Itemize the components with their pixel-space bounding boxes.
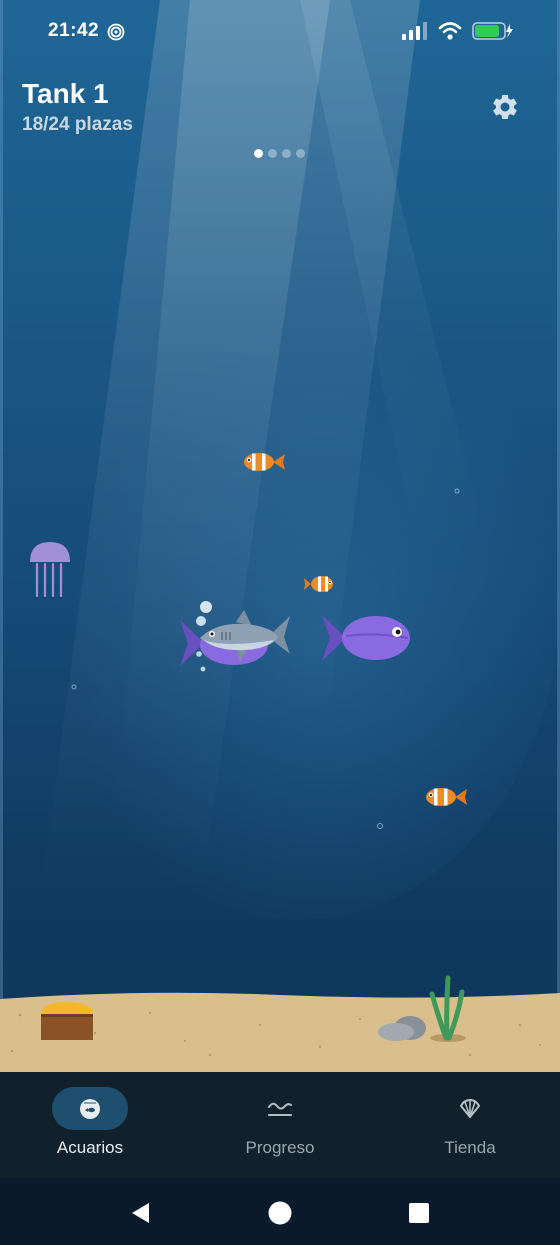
recents-square-icon: [409, 1203, 429, 1223]
nav-icon-pill: [52, 1087, 128, 1130]
nav-icon-pill: [242, 1087, 318, 1130]
status-time: 21:42: [48, 20, 100, 41]
notification-spiral-icon: [107, 23, 125, 41]
nav-label: Progreso: [245, 1138, 315, 1157]
page-dot[interactable]: [296, 149, 305, 158]
fishbowl-icon: [80, 1098, 100, 1119]
progress-icon: [268, 1102, 292, 1116]
bubble: [71, 684, 77, 690]
back-button[interactable]: [125, 1198, 155, 1228]
jellyfish[interactable]: [28, 540, 72, 600]
app-screen: 21:42 Tank 1 18/24 plazas Acuarios Progr…: [0, 0, 560, 1245]
recents-button[interactable]: [404, 1198, 434, 1228]
bubble: [377, 823, 383, 829]
back-triangle-icon: [132, 1203, 149, 1223]
nav-label: Acuarios: [56, 1138, 124, 1157]
settings-button[interactable]: [488, 90, 522, 124]
nav-item-tienda[interactable]: Tienda: [380, 1072, 560, 1178]
shell-icon: [460, 1098, 480, 1118]
page-dot[interactable]: [282, 149, 291, 158]
nav-icon-pill: [432, 1087, 508, 1130]
shark[interactable]: [196, 608, 292, 666]
wifi-icon: [438, 22, 462, 40]
bottom-navigation: Acuarios Progreso Tienda: [0, 1072, 560, 1178]
purple-fish[interactable]: [320, 610, 412, 666]
nav-item-acuarios[interactable]: Acuarios: [0, 1072, 180, 1178]
treasure-chest[interactable]: [38, 998, 96, 1042]
nav-item-progreso[interactable]: Progreso: [190, 1072, 370, 1178]
bubble: [454, 488, 460, 494]
home-button[interactable]: [265, 1198, 295, 1228]
clownfish[interactable]: [303, 573, 335, 595]
light-rays: [40, 0, 560, 920]
gear-icon: [493, 94, 517, 119]
page-dot[interactable]: [268, 149, 277, 158]
tank-title: Tank 1: [22, 78, 109, 109]
status-bar: 21:42: [0, 0, 560, 64]
system-navigation-bar: [0, 1178, 560, 1245]
nav-label: Tienda: [444, 1138, 496, 1157]
clownfish[interactable]: [425, 785, 469, 809]
page-dot[interactable]: [254, 149, 263, 158]
battery-charging-icon: [472, 22, 513, 40]
rocks: [378, 1016, 426, 1041]
aquarium-view[interactable]: 21:42 Tank 1 18/24 plazas: [0, 0, 560, 1072]
page-indicator[interactable]: [254, 149, 305, 158]
cell-signal-icon: [402, 22, 427, 40]
tank-capacity: 18/24 plazas: [22, 114, 133, 135]
seaweed: [429, 975, 466, 1042]
home-circle-icon: [268, 1201, 292, 1225]
clownfish[interactable]: [243, 450, 287, 474]
